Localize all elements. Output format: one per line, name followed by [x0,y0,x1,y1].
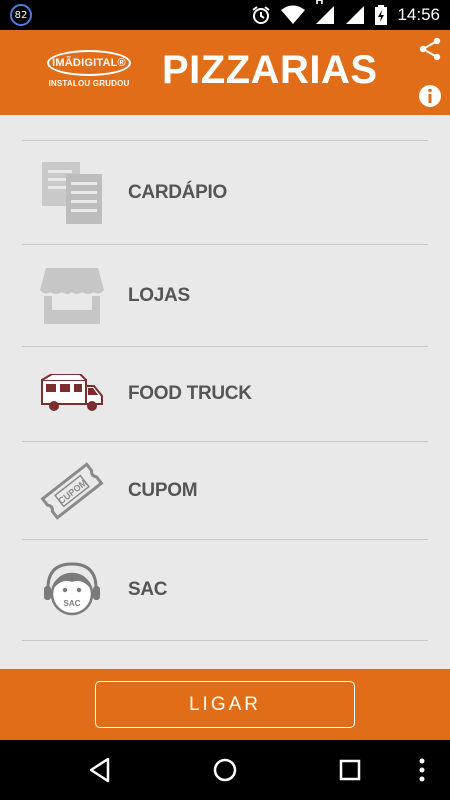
navigation-bar [0,740,450,800]
menu-item-cupom[interactable]: CUPOM CUPOM [22,441,428,539]
brand-tagline: INSTALOU GRUDOU [48,79,130,88]
app-header: IMÃDIGITAL® INSTALOU GRUDOU PIZZARIAS [0,30,450,115]
menu-item-label: CUPOM [128,479,198,501]
brand-logo: IMÃDIGITAL® INSTALOU GRUDOU [44,50,134,94]
back-icon[interactable] [86,756,114,784]
customer-service-headset-icon: SAC [40,555,104,625]
battery-charging-icon [375,5,388,25]
home-icon[interactable] [211,756,239,784]
action-bar: LIGAR [0,669,450,740]
storefront-icon [40,261,104,331]
menu-documents-icon [40,158,104,228]
signal-icon [346,6,365,24]
menu-item-sac[interactable]: SAC SAC [22,539,428,641]
share-icon[interactable] [418,37,442,61]
menu-item-label: FOOD TRUCK [128,383,252,404]
call-button[interactable]: LIGAR [95,681,355,728]
menu-item-label: SAC [128,579,168,600]
recents-icon[interactable] [336,756,364,784]
mobile-signal: H [315,0,335,25]
signal-icon [316,6,335,24]
sac-icon-text: SAC [64,599,81,608]
menu-item-label: LOJAS [128,284,190,306]
menu-item-food-truck[interactable]: FOOD TRUCK [22,346,428,441]
overflow-menu-icon[interactable] [412,756,432,784]
info-icon[interactable] [418,84,442,108]
brand-name: IMÃDIGITAL® [47,50,131,76]
status-icons: H 14:56 [251,0,440,25]
notification-count: 82 [14,9,28,21]
page-title: PIZZARIAS [162,48,378,92]
wifi-icon [281,5,306,24]
status-time: 14:56 [397,5,440,24]
main-content: CARDÁPIO LOJAS FOOD TRUCK CUPOM CUPOM SA… [0,115,450,669]
alarm-icon [252,6,271,24]
menu-item-lojas[interactable]: LOJAS [22,244,428,346]
food-truck-icon [40,359,104,429]
menu-item-label: CARDÁPIO [128,181,227,203]
coupon-ticket-icon: CUPOM [40,456,104,526]
network-type: H [315,0,324,7]
menu-item-cardapio[interactable]: CARDÁPIO [22,140,428,244]
notification-badge-icon: 82 [10,4,32,26]
status-bar: 82 H 14:56 [0,0,450,30]
menu-list: CARDÁPIO LOJAS FOOD TRUCK CUPOM CUPOM SA… [22,140,428,641]
